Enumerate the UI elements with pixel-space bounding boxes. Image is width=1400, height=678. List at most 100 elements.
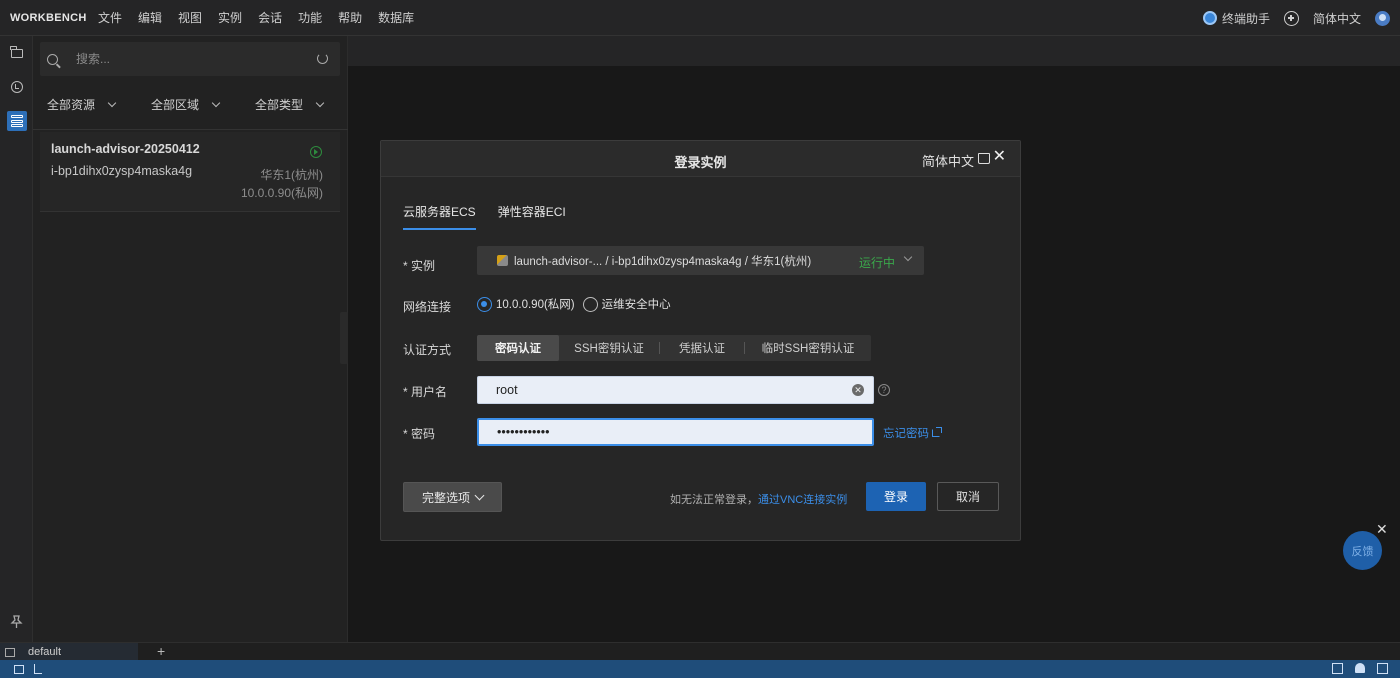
auth-ssh-key[interactable]: SSH密钥认证 bbox=[559, 335, 659, 361]
chevron-down-icon bbox=[903, 252, 913, 262]
user-avatar-icon[interactable] bbox=[1375, 10, 1390, 26]
app-brand: WORKBENCH bbox=[10, 11, 87, 24]
auth-label: 认证方式 bbox=[403, 343, 452, 357]
login-instance-dialog: 登录实例 简体中文 ✕ 云服务器ECS 弹性容器ECI * 实例 launch-… bbox=[380, 140, 1021, 541]
instance-id: i-bp1dihx0zysp4maska4g bbox=[51, 164, 193, 178]
hand-icon[interactable] bbox=[34, 664, 42, 674]
auth-password[interactable]: 密码认证 bbox=[477, 335, 559, 361]
instance-select-value: launch-advisor-... / i-bp1dihx0zysp4mask… bbox=[514, 255, 812, 268]
menu-view[interactable]: 视图 bbox=[170, 9, 210, 26]
history-icon bbox=[10, 81, 23, 93]
activity-bar bbox=[0, 36, 33, 642]
add-terminal-button[interactable]: + bbox=[157, 643, 165, 659]
chevron-down-icon bbox=[211, 98, 221, 108]
instance-icon bbox=[497, 255, 508, 266]
terminal-icon bbox=[5, 647, 15, 657]
chevron-down-icon bbox=[315, 98, 325, 108]
help-icon[interactable]: ? bbox=[878, 384, 890, 396]
full-options-button[interactable]: 完整选项 bbox=[403, 482, 502, 512]
network-option-bastion-label: 运维安全中心 bbox=[601, 299, 671, 311]
layout-icon[interactable] bbox=[14, 664, 24, 674]
instance-list-item[interactable]: launch-advisor-20250412 i-bp1dihx0zysp4m… bbox=[40, 132, 340, 212]
grid-icon[interactable] bbox=[1332, 663, 1343, 674]
instance-select[interactable]: launch-advisor-... / i-bp1dihx0zysp4mask… bbox=[477, 246, 924, 275]
dialog-language-switch[interactable]: 简体中文 bbox=[922, 151, 974, 170]
bell-icon[interactable] bbox=[1355, 663, 1365, 673]
filter-types-label: 全部类型 bbox=[255, 98, 304, 112]
close-icon[interactable]: ✕ bbox=[993, 148, 1006, 166]
filter-regions[interactable]: 全部区域 bbox=[137, 96, 241, 113]
network-option-bastion[interactable]: 运维安全中心 bbox=[582, 296, 671, 312]
menu-features[interactable]: 功能 bbox=[290, 9, 330, 26]
terminal-panel-bar: default + bbox=[0, 642, 1400, 661]
username-input[interactable] bbox=[478, 377, 873, 403]
username-field: ✕ bbox=[477, 376, 874, 404]
chevron-down-icon bbox=[474, 490, 485, 500]
filter-types[interactable]: 全部类型 bbox=[241, 96, 345, 113]
password-input[interactable] bbox=[479, 420, 872, 444]
menu-help[interactable]: 帮助 bbox=[330, 9, 370, 26]
filter-regions-label: 全部区域 bbox=[151, 98, 200, 112]
sidebar-resize-handle[interactable] bbox=[340, 312, 348, 364]
external-link-icon bbox=[932, 427, 942, 437]
run-icon[interactable] bbox=[310, 146, 322, 158]
chevron-down-icon bbox=[107, 98, 117, 108]
network-radio-group: 10.0.0.90(私网) 运维安全中心 bbox=[477, 296, 671, 312]
vnc-connect-link[interactable]: 通过VNC连接实例 bbox=[758, 494, 847, 506]
feedback-close-icon[interactable]: ✕ bbox=[1376, 522, 1388, 536]
search-input[interactable] bbox=[76, 52, 296, 66]
radio-selected[interactable] bbox=[477, 296, 492, 312]
forgot-password-link[interactable]: 忘记密码 bbox=[883, 425, 942, 441]
filter-resources-label: 全部资源 bbox=[47, 98, 96, 112]
add-circle-icon[interactable] bbox=[1283, 10, 1299, 26]
refresh-icon[interactable] bbox=[317, 53, 328, 64]
cancel-button[interactable]: 取消 bbox=[937, 482, 999, 511]
terminal-tab-label: default bbox=[28, 646, 62, 658]
vnc-hint: 如无法正常登录，通过VNC连接实例 bbox=[670, 491, 847, 507]
shirt-icon[interactable] bbox=[1377, 663, 1388, 674]
terminal-assistant-button[interactable]: 终端助手 bbox=[1202, 10, 1270, 27]
menu-edit[interactable]: 编辑 bbox=[130, 9, 170, 26]
language-switch[interactable]: 简体中文 bbox=[1313, 10, 1361, 27]
clear-icon[interactable]: ✕ bbox=[852, 384, 864, 396]
explorer-button[interactable] bbox=[0, 36, 33, 70]
instance-status-badge: 运行中 bbox=[858, 256, 895, 270]
password-field bbox=[477, 418, 874, 446]
shirt-icon[interactable] bbox=[978, 153, 990, 164]
auth-temp-ssh-key[interactable]: 临时SSH密钥认证 bbox=[745, 335, 871, 361]
auth-method-segmented: 密码认证 SSH密钥认证 凭据认证 临时SSH密钥认证 bbox=[477, 335, 871, 361]
assistant-icon bbox=[1202, 11, 1217, 25]
topbar-actions: 终端助手 简体中文 bbox=[1202, 0, 1390, 36]
pin-icon[interactable] bbox=[0, 615, 33, 632]
login-button[interactable]: 登录 bbox=[866, 482, 926, 511]
main-menu: 文件 编辑 视图 实例 会话 功能 帮助 数据库 bbox=[90, 9, 422, 26]
full-options-label: 完整选项 bbox=[421, 490, 470, 505]
menu-database[interactable]: 数据库 bbox=[370, 9, 422, 26]
folder-icon bbox=[10, 45, 23, 58]
tab-eci[interactable]: 弹性容器ECI bbox=[498, 203, 566, 230]
network-option-private[interactable]: 10.0.0.90(私网) bbox=[477, 296, 575, 312]
search-box bbox=[40, 42, 340, 76]
assistant-label: 终端助手 bbox=[1221, 11, 1270, 26]
instances-button[interactable] bbox=[0, 104, 33, 138]
status-bar-actions bbox=[1332, 663, 1388, 674]
menu-session[interactable]: 会话 bbox=[250, 9, 290, 26]
instance-ip: 10.0.0.90(私网) bbox=[240, 186, 323, 200]
filter-resources[interactable]: 全部资源 bbox=[33, 96, 137, 113]
search-icon bbox=[47, 53, 58, 65]
top-menu-bar: WORKBENCH 文件 编辑 视图 实例 会话 功能 帮助 数据库 终端助手 … bbox=[0, 0, 1400, 36]
network-option-private-label: 10.0.0.90(私网) bbox=[496, 299, 575, 311]
tab-ecs[interactable]: 云服务器ECS bbox=[403, 203, 476, 230]
menu-file[interactable]: 文件 bbox=[90, 9, 130, 26]
password-label: * 密码 bbox=[403, 427, 436, 441]
auth-credential[interactable]: 凭据认证 bbox=[660, 335, 744, 361]
menu-instance[interactable]: 实例 bbox=[210, 9, 250, 26]
resource-sidebar: 全部资源 全部区域 全部类型 launch-advisor-20250412 i… bbox=[33, 36, 348, 642]
history-button[interactable] bbox=[0, 70, 33, 104]
vnc-hint-text: 如无法正常登录， bbox=[670, 494, 758, 506]
radio-unselected[interactable] bbox=[582, 296, 598, 312]
terminal-tab[interactable]: default bbox=[0, 643, 138, 661]
filter-row: 全部资源 全部区域 全部类型 bbox=[33, 96, 348, 113]
status-bar bbox=[0, 660, 1400, 678]
instance-label: * 实例 bbox=[403, 259, 436, 273]
